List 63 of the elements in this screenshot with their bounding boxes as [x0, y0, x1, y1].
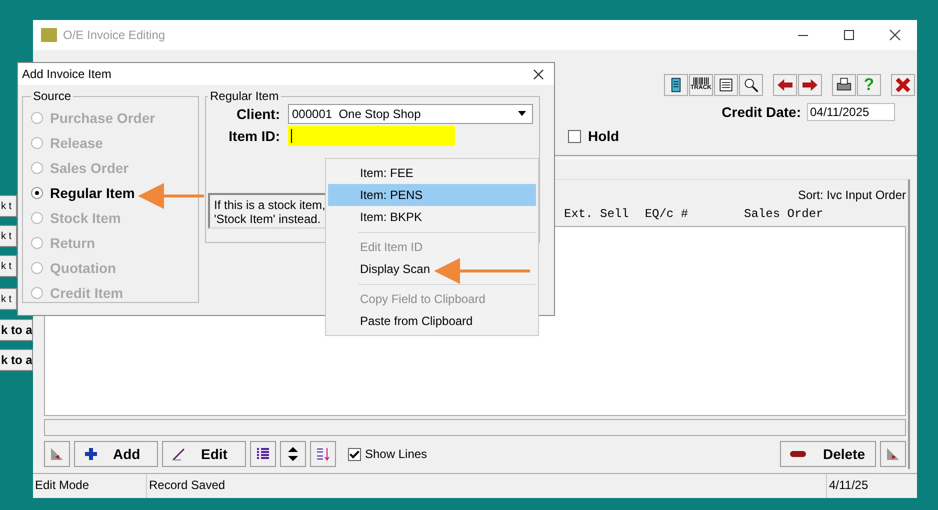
radio-button[interactable] [31, 186, 43, 198]
edit-button[interactable]: Edit [162, 441, 246, 468]
status-cell-text: 4/11/25 [828, 477, 870, 494]
close-icon[interactable] [533, 68, 544, 80]
date-field[interactable]: 04/11/2025 [807, 103, 895, 122]
caret-icon [517, 111, 527, 117]
column-header[interactable]: Ext. Sell [564, 207, 629, 222]
hold-checkbox[interactable] [568, 130, 581, 143]
client-dropdown[interactable]: 000001 One Stop Shop [288, 104, 533, 124]
column-header[interactable]: EQ/c # [644, 207, 688, 222]
menu-item[interactable]: Item: FEE [328, 162, 536, 184]
annotation-arrow [138, 183, 206, 209]
client-label: Client: [235, 106, 280, 122]
sort-button[interactable] [310, 441, 336, 468]
status-cell: Edit Mode [33, 474, 147, 498]
dialog-title: Add Invoice Item [22, 67, 112, 81]
radio-label: Regular Item [50, 184, 135, 200]
group-title: Regular Item [209, 89, 280, 103]
radio-label: Quotation [50, 260, 116, 276]
partial-button[interactable]: k t [0, 195, 17, 217]
item-id-label: Item ID: [228, 128, 280, 144]
show-lines-label: Show Lines [365, 447, 428, 462]
menu-item[interactable]: Item: PENS [328, 184, 536, 206]
close-icon[interactable] [889, 28, 901, 41]
partial-button[interactable]: k to a [0, 319, 33, 341]
book-icon[interactable] [664, 74, 688, 96]
radio-label: Return [50, 234, 96, 250]
pen-icon [171, 446, 187, 462]
partial-button[interactable]: k t [0, 288, 17, 310]
exit-icon [49, 446, 65, 462]
sort-label: Sort: Ivc Input Order [798, 188, 906, 202]
radio-label: Purchase Order [50, 110, 156, 126]
maximize-icon[interactable] [843, 28, 855, 41]
show-lines-checkbox[interactable] [348, 448, 361, 461]
credit-date-label: Credit Date: [722, 104, 801, 120]
radio-label: Credit Item [50, 284, 124, 300]
exit-icon [885, 446, 901, 462]
radio-label: Release [50, 134, 103, 150]
partial-button[interactable]: k t [0, 225, 17, 247]
column-header[interactable]: Sales Order [744, 207, 824, 222]
search-icon[interactable] [739, 74, 763, 96]
barcode-icon [692, 77, 710, 86]
window-title: O/E Invoice Editing [63, 28, 166, 42]
status-cell: Record Saved [147, 474, 827, 498]
printer-icon[interactable] [832, 74, 856, 96]
menu-item[interactable]: Item: BKPK [328, 206, 536, 228]
hold-label: Hold [588, 128, 620, 144]
delete-button[interactable]: Delete [780, 441, 876, 468]
app-icon [41, 28, 57, 42]
radio-label: Sales Order [50, 160, 129, 176]
sort-icon [315, 446, 331, 462]
group-title: Source [32, 89, 72, 103]
item-id-field[interactable] [288, 126, 455, 146]
document-icon[interactable] [714, 74, 738, 96]
list-button[interactable] [250, 441, 276, 468]
add-button[interactable]: Add [74, 441, 158, 468]
plus-icon [83, 446, 99, 462]
move-button[interactable] [280, 441, 306, 468]
partial-button[interactable]: k to a [0, 349, 33, 371]
delete-icon [789, 449, 807, 460]
radio-label: Stock Item [50, 210, 121, 226]
menu-item[interactable]: Paste from Clipboard [328, 310, 536, 332]
partial-button[interactable]: k t [0, 255, 17, 277]
